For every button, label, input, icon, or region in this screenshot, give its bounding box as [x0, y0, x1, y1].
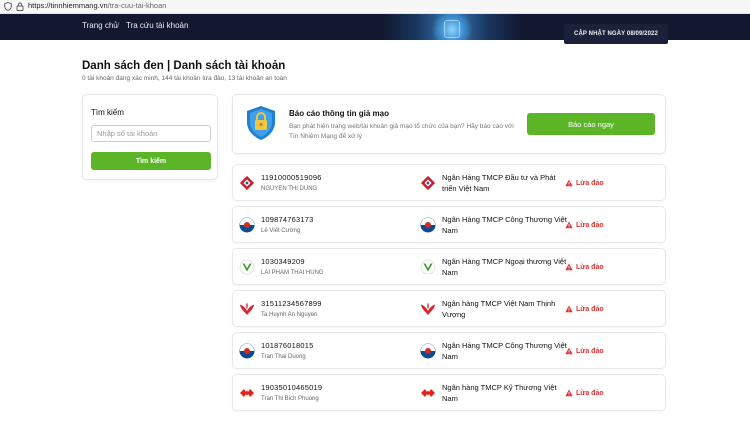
account-owner: NGUYEN THI DUNG: [261, 186, 318, 192]
account-number-input[interactable]: [91, 125, 211, 142]
status-badge: Lừa đảo: [565, 347, 604, 355]
account-owner: Tran Thai Duong: [261, 354, 306, 360]
shield-icon: [4, 2, 12, 11]
account-number: 11910000519096: [261, 173, 322, 182]
account-owner: LAI PHAM THAI HUNG: [261, 270, 324, 276]
search-label: Tìm kiếm: [91, 108, 124, 117]
warning-icon: [565, 221, 573, 229]
account-row[interactable]: 19035010465019 Tran Thi Bich Phuong Ngân…: [232, 374, 666, 411]
bank-name: Ngân Hàng TMCP Ngoại thương Việt Nam: [442, 257, 567, 277]
status-text: Lừa đảo: [576, 221, 604, 229]
url-text: https://tinnhiemmang.vn/tra-cuu-tai-khoa…: [28, 1, 167, 10]
account-number: 101876018015: [261, 341, 314, 350]
status-badge: Lừa đảo: [565, 305, 604, 313]
report-title: Báo cáo thông tin giả mạo: [289, 109, 390, 118]
techcombank-logo-icon: [240, 389, 254, 397]
warning-icon: [565, 347, 573, 355]
bank-name: Ngân hàng TMCP Kỹ Thương Việt Nam: [442, 383, 557, 403]
bank-name: Ngân hàng TMCP Việt Nam Thịnh Vượng: [442, 299, 556, 319]
vietinbank-logo-icon: [420, 217, 436, 233]
account-number: 1030349209: [261, 257, 305, 266]
vietinbank-logo-icon: [239, 343, 255, 359]
page-subtitle: 0 tài khoản đang xác minh, 144 tài khoản…: [82, 75, 287, 82]
browser-address-bar[interactable]: https://tinnhiemmang.vn/tra-cuu-tai-khoa…: [0, 0, 750, 14]
status-text: Lừa đảo: [576, 347, 604, 355]
account-owner: Lê Viết Cường: [261, 228, 301, 234]
warning-icon: [565, 263, 573, 271]
bank-name: Ngân Hàng TMCP Đầu tư và Phát triển Việt…: [442, 173, 556, 193]
report-description: Bạn phát hiện trang web/tài khoản giả mạ…: [289, 123, 514, 140]
account-owner: Tran Thi Bich Phuong: [261, 396, 319, 402]
bidv-logo-icon: [239, 175, 255, 191]
breadcrumb-home[interactable]: Trang chủ: [82, 21, 118, 30]
warning-icon: [565, 389, 573, 397]
page-title: Danh sách đen | Danh sách tài khoản: [82, 60, 286, 72]
status-badge: Lừa đảo: [565, 221, 604, 229]
vietinbank-logo-icon: [239, 217, 255, 233]
report-now-button[interactable]: Báo cáo ngay: [527, 113, 655, 135]
account-owner: Ta Huynh An Nguyen: [261, 312, 318, 318]
account-row[interactable]: 101876018015 Tran Thai Duong Ngân Hàng T…: [232, 332, 666, 369]
breadcrumb-current: Tra cứu tài khoản: [126, 21, 189, 30]
status-badge: Lừa đảo: [565, 263, 604, 271]
shield-lock-icon: [247, 106, 275, 140]
lock-icon: [444, 20, 460, 38]
warning-icon: [565, 305, 573, 313]
vpbank-logo-icon: [421, 302, 435, 315]
bank-name: Ngân Hàng TMCP Công Thương Việt Nam: [442, 341, 567, 361]
account-number: 109874763173: [261, 215, 314, 224]
status-text: Lừa đảo: [576, 263, 604, 271]
vietinbank-logo-icon: [420, 343, 436, 359]
bank-name: Ngân Hàng TMCP Công Thương Việt Nam: [442, 215, 567, 235]
account-row[interactable]: 1030349209 LAI PHAM THAI HUNG Ngân Hàng …: [232, 248, 666, 285]
lock-icon: [16, 2, 24, 11]
search-panel: Tìm kiếm Tìm kiếm: [82, 94, 218, 180]
search-button[interactable]: Tìm kiếm: [91, 152, 211, 170]
status-text: Lừa đảo: [576, 389, 604, 397]
status-text: Lừa đảo: [576, 305, 604, 313]
report-panel: Báo cáo thông tin giả mạo Bạn phát hiện …: [232, 94, 666, 154]
vietcombank-logo-icon: [239, 259, 255, 275]
header-banner: Trang chủ / Tra cứu tài khoản CẬP NHẬT N…: [0, 14, 750, 44]
status-badge: Lừa đảo: [565, 179, 604, 187]
bidv-logo-icon: [420, 175, 436, 191]
account-number: 19035010465019: [261, 383, 323, 392]
techcombank-logo-icon: [421, 389, 435, 397]
account-number: 31511234567899: [261, 299, 322, 308]
status-text: Lừa đảo: [576, 179, 604, 187]
account-row[interactable]: 11910000519096 NGUYEN THI DUNG Ngân Hàng…: [232, 164, 666, 201]
warning-icon: [565, 179, 573, 187]
update-date-badge: CẬP NHẬT NGÀY 08/09/2022: [564, 24, 668, 44]
account-row[interactable]: 109874763173 Lê Viết Cường Ngân Hàng TMC…: [232, 206, 666, 243]
status-badge: Lừa đảo: [565, 389, 604, 397]
breadcrumb-separator: /: [117, 21, 120, 30]
account-row[interactable]: 31511234567899 Ta Huynh An Nguyen Ngân h…: [232, 290, 666, 327]
vpbank-logo-icon: [240, 302, 254, 315]
vietcombank-logo-icon: [420, 259, 436, 275]
